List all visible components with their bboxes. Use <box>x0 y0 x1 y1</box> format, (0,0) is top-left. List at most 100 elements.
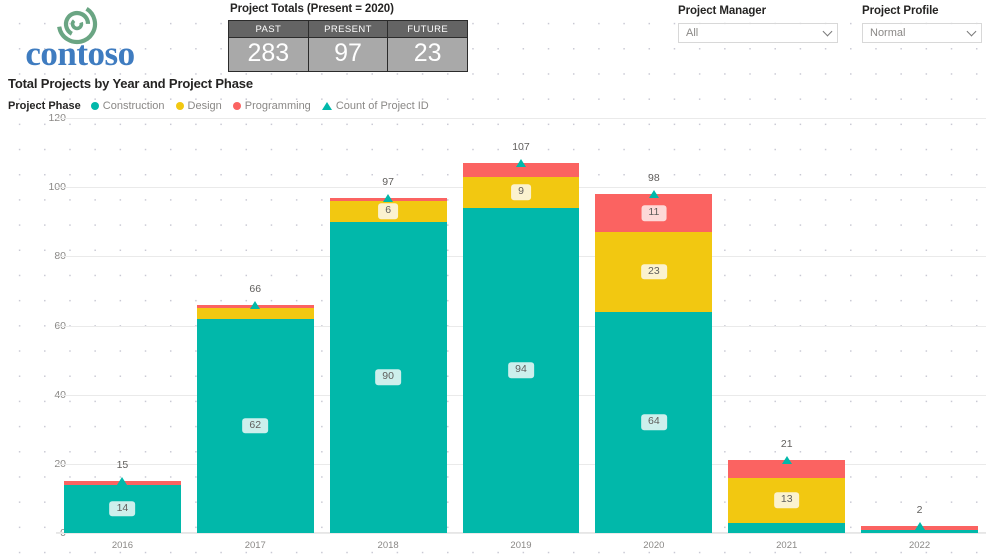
legend-item-programming[interactable]: Programming <box>232 100 311 112</box>
bar-segment-design[interactable]: 13 <box>728 477 846 523</box>
dashboard-page: contoso Project Totals (Present = 2020) … <box>0 0 990 555</box>
x-axis-tick-label: 2019 <box>510 540 532 551</box>
legend-label-design: Design <box>187 100 222 112</box>
chart-plot-wrapper: 020406080100120 141562666909799410711236… <box>0 112 990 555</box>
x-axis-tick-label: 2021 <box>776 540 798 551</box>
legend-label-count-of-project-id: Count of Project ID <box>335 100 429 112</box>
total-triangle-marker <box>648 190 659 199</box>
total-triangle-icon <box>321 102 332 110</box>
total-triangle-marker <box>383 193 394 202</box>
bar-stack[interactable]: 13 <box>728 460 846 533</box>
bar-segment-value-label: 90 <box>375 369 401 386</box>
legend-item-count-of-project-id[interactable]: Count of Project ID <box>321 100 429 112</box>
slicer-project-manager-value: All <box>686 26 699 39</box>
total-triangle-marker <box>250 300 261 309</box>
bar-segment-value-label: 23 <box>641 264 667 280</box>
legend-item-design[interactable]: Design <box>175 100 222 112</box>
kpi-value-present: 97 <box>308 37 389 72</box>
bar-segment-design[interactable] <box>196 308 314 319</box>
bar-segment-programming[interactable]: 11 <box>595 194 713 233</box>
total-value-label: 66 <box>249 282 262 295</box>
bar-segment-value-label: 13 <box>773 492 800 508</box>
x-axis-tick: 2017 <box>189 533 322 555</box>
bar-segment-value-label: 64 <box>641 414 667 431</box>
slicer-project-manager: Project Manager All <box>678 5 838 43</box>
bar-group-2019[interactable]: 9 94 107 <box>455 118 588 533</box>
bar-segment-value-label: 94 <box>508 362 534 379</box>
project-totals-title: Project Totals (Present = 2020) <box>230 3 394 15</box>
kpi-header-future: FUTURE <box>387 20 468 38</box>
kpi-value-future: 23 <box>387 37 468 72</box>
bar-stack[interactable]: 14 <box>63 481 181 533</box>
bar-stack[interactable]: 9 94 <box>462 162 580 533</box>
total-value-label: 97 <box>382 175 394 188</box>
bar-segment-construction[interactable] <box>728 522 846 533</box>
bar-group-2021[interactable]: 13 21 <box>720 118 853 533</box>
design-swatch-icon <box>175 102 184 110</box>
chart-legend: Project Phase Construction Design Progra… <box>8 100 440 112</box>
table-header-row: PAST PRESENT FUTURE <box>228 20 468 38</box>
x-axis-tick: 2016 <box>56 533 189 555</box>
slicer-project-manager-dropdown[interactable]: All <box>678 23 838 43</box>
x-axis-tick: 2019 <box>455 533 588 555</box>
bar-segment-design[interactable]: 6 <box>329 201 447 222</box>
bar-segment-design[interactable]: 23 <box>595 232 713 312</box>
construction-swatch-icon <box>90 102 99 110</box>
bar-segment-design[interactable]: 9 <box>462 176 580 208</box>
bar-group-2022[interactable]: 2 <box>853 118 986 533</box>
bar-stack[interactable]: 11 23 64 <box>595 194 713 533</box>
dashboard-header: contoso Project Totals (Present = 2020) … <box>0 0 990 76</box>
total-triangle-marker <box>781 456 792 465</box>
legend-item-construction[interactable]: Construction <box>90 100 165 112</box>
x-axis-tick: 2018 <box>322 533 455 555</box>
total-value-label: 2 <box>916 504 923 517</box>
bar-segment-construction[interactable]: 94 <box>462 207 580 533</box>
bar-segment-value-label: 11 <box>641 205 667 221</box>
chevron-down-icon <box>822 26 833 37</box>
slicer-project-profile: Project Profile Normal <box>862 5 982 43</box>
bar-group-2016[interactable]: 14 15 <box>56 118 189 533</box>
total-value-label: 98 <box>648 172 660 185</box>
contoso-logo: contoso <box>8 2 148 74</box>
bar-group-2020[interactable]: 11 23 64 98 <box>587 118 720 533</box>
bar-segment-construction[interactable]: 62 <box>196 318 314 533</box>
project-totals-card: Project Totals (Present = 2020) PAST PRE… <box>228 3 468 72</box>
slicer-project-profile-label: Project Profile <box>862 5 939 17</box>
x-axis-tick: 2021 <box>720 533 853 555</box>
bar-segment-value-label: 14 <box>109 501 136 517</box>
bar-segment-value-label: 62 <box>242 418 269 434</box>
project-totals-table: PAST PRESENT FUTURE 283 97 23 <box>228 20 468 72</box>
x-axis-tick: 2020 <box>587 533 720 555</box>
table-row: 283 97 23 <box>228 37 468 72</box>
slicer-project-profile-value: Normal <box>870 26 906 39</box>
bar-segment-construction[interactable]: 14 <box>63 484 181 533</box>
x-axis-tick-label: 2020 <box>643 540 665 551</box>
bar-group-2018[interactable]: 6 90 97 <box>322 118 455 533</box>
x-axis-tick: 2022 <box>853 533 986 555</box>
bar-stack[interactable]: 6 90 <box>329 197 447 533</box>
kpi-header-past: PAST <box>228 20 309 38</box>
chart-title: Total Projects by Year and Project Phase <box>8 76 253 91</box>
total-triangle-marker <box>515 158 526 167</box>
total-value-label: 15 <box>116 459 129 472</box>
total-value-label: 21 <box>780 438 793 451</box>
bar-group-2017[interactable]: 62 66 <box>189 118 322 533</box>
contoso-wordmark: contoso <box>25 34 135 73</box>
bar-stack[interactable]: 62 <box>196 304 314 533</box>
bar-segment-construction[interactable]: 64 <box>595 311 713 533</box>
kpi-header-present: PRESENT <box>308 20 389 38</box>
chevron-down-icon <box>966 26 977 37</box>
chart-plot-area: 14 15 62 66 6 90 97 9 94 107 11 23 64 98 13 21 2 <box>56 118 986 533</box>
legend-label-programming: Programming <box>244 100 311 112</box>
total-triangle-marker <box>914 522 925 531</box>
slicer-project-profile-dropdown[interactable]: Normal <box>862 23 982 43</box>
programming-swatch-icon <box>232 102 241 110</box>
legend-title: Project Phase <box>8 100 81 112</box>
bar-segment-construction[interactable]: 90 <box>329 221 447 533</box>
total-triangle-marker <box>117 477 128 486</box>
bar-segment-value-label: 9 <box>511 184 531 201</box>
x-axis-tick-label: 2016 <box>111 540 133 551</box>
kpi-value-past: 283 <box>228 37 309 72</box>
x-axis-tick-label: 2017 <box>244 540 266 551</box>
bar-segment-value-label: 6 <box>378 203 399 220</box>
